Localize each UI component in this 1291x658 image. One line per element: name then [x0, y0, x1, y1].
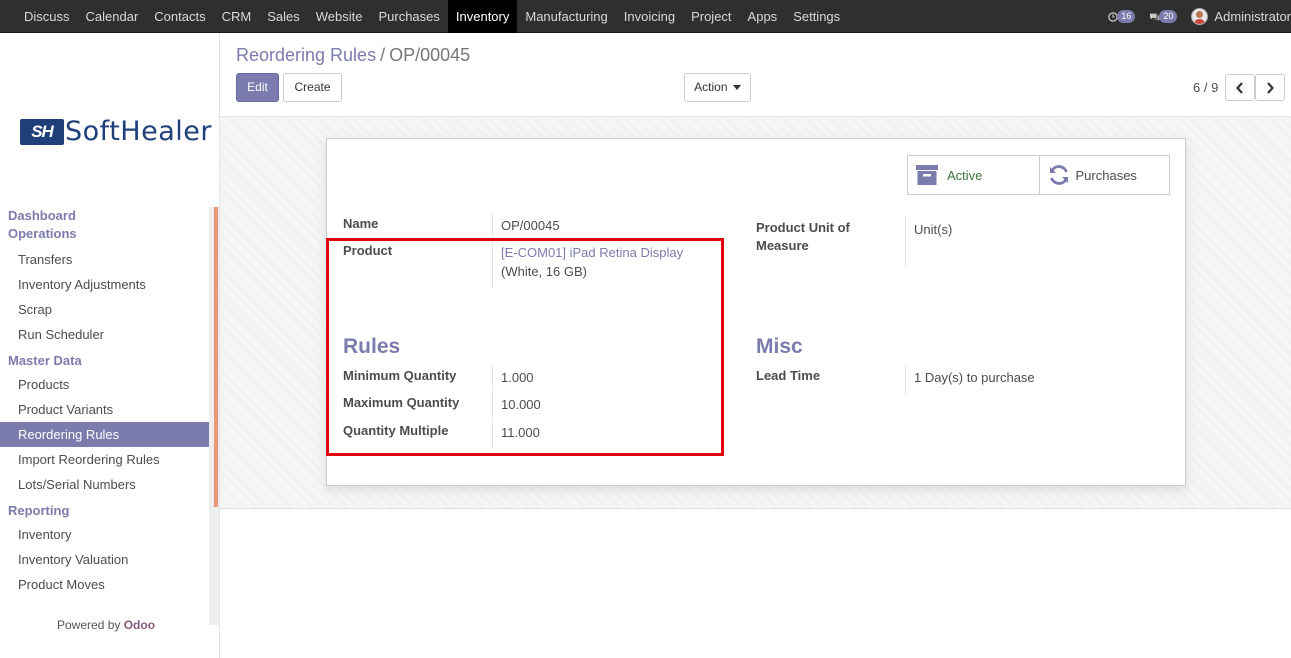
caret-down-icon: [732, 85, 741, 91]
breadcrumb-separator: /: [380, 45, 386, 65]
smart-buttons: Active Purchases: [907, 155, 1170, 195]
sidebar-item-run-scheduler[interactable]: Run Scheduler: [0, 322, 209, 347]
active-label: Active: [947, 167, 983, 183]
user-name[interactable]: Administrator: [1214, 9, 1291, 24]
active-toggle-button[interactable]: Active: [908, 156, 1039, 194]
breadcrumb: Reordering Rules / OP/00045: [236, 45, 470, 66]
sidebar-item-reordering-rules[interactable]: Reordering Rules: [0, 422, 209, 447]
purchases-label: Purchases: [1075, 167, 1137, 183]
menu-item-project[interactable]: Project: [683, 0, 739, 33]
archive-icon: [916, 165, 938, 185]
activity-count-badge: 16: [1117, 10, 1136, 23]
sidebar-item-lots-serial-numbers[interactable]: Lots/Serial Numbers: [0, 472, 209, 497]
app-menu: Discuss Calendar Contacts CRM Sales Website Pu…: [16, 0, 848, 33]
sidebar-header-reporting[interactable]: Reporting: [0, 502, 209, 520]
name-value: OP/00045: [501, 218, 560, 233]
edit-button[interactable]: Edit: [236, 73, 279, 102]
messaging-indicator[interactable]: 20: [1149, 10, 1178, 23]
activity-indicator[interactable]: 16: [1107, 10, 1136, 23]
top-navbar: Discuss Calendar Contacts CRM Sales Website Pu…: [0, 0, 1291, 33]
menu-item-discuss[interactable]: Discuss: [16, 0, 78, 33]
menu-item-crm[interactable]: CRM: [214, 0, 260, 33]
sidebar-header-operations[interactable]: Operations: [0, 225, 209, 243]
lead-time-label: Lead Time: [756, 368, 821, 383]
pager-previous-button[interactable]: [1225, 74, 1255, 101]
field-divider: [492, 213, 493, 239]
sidebar-item-transfers[interactable]: Transfers: [0, 247, 209, 272]
menu-item-calendar[interactable]: Calendar: [78, 0, 147, 33]
sidebar-item-product-moves[interactable]: Product Moves: [0, 572, 209, 597]
sidebar-item-product-variants[interactable]: Product Variants: [0, 397, 209, 422]
sidebar-header-dashboard[interactable]: Dashboard: [0, 207, 209, 225]
highlight-box: [326, 238, 724, 456]
uom-label-line1: Product Unit of: [756, 220, 850, 235]
name-label: Name: [343, 216, 379, 231]
sidebar-header-master-data[interactable]: Master Data: [0, 352, 209, 370]
breadcrumb-current: OP/00045: [389, 45, 471, 65]
create-button[interactable]: Create: [283, 73, 342, 102]
menu-item-purchases[interactable]: Purchases: [370, 0, 447, 33]
scrollbar-thumb[interactable]: [214, 207, 218, 507]
sidebar-item-inventory-valuation[interactable]: Inventory Valuation: [0, 547, 209, 572]
action-dropdown[interactable]: Action: [684, 73, 751, 102]
sidebar-menu: Dashboard Operations Transfers Inventory Ad…: [0, 207, 209, 597]
action-label: Action: [694, 80, 728, 94]
menu-item-invoicing[interactable]: Invoicing: [616, 0, 683, 33]
menu-item-manufacturing[interactable]: Manufacturing: [517, 0, 615, 33]
menu-item-settings[interactable]: Settings: [785, 0, 848, 33]
field-divider: [905, 365, 906, 395]
message-count-badge: 20: [1159, 10, 1178, 23]
sidebar-item-import-reordering-rules[interactable]: Import Reordering Rules: [0, 447, 209, 472]
pager-next-button[interactable]: [1255, 74, 1285, 101]
menu-item-inventory[interactable]: Inventory: [447, 0, 518, 33]
chevron-left-icon: [1236, 81, 1243, 94]
sidebar-scrollbar[interactable]: [209, 207, 219, 625]
sidebar-item-inventory[interactable]: Inventory: [0, 522, 209, 547]
logo-mark: SH: [20, 118, 64, 145]
menu-item-contacts[interactable]: Contacts: [146, 0, 213, 33]
menu-item-website[interactable]: Website: [308, 0, 371, 33]
purchases-route-button[interactable]: Purchases: [1038, 156, 1170, 194]
sidebar-item-scrap[interactable]: Scrap: [0, 297, 209, 322]
sidebar-item-inventory-adjustments[interactable]: Inventory Adjustments: [0, 272, 209, 297]
uom-value: Unit(s): [914, 222, 953, 237]
user-avatar[interactable]: [1191, 8, 1209, 25]
misc-group-title: Misc: [756, 335, 803, 358]
field-divider: [905, 215, 906, 267]
menu-item-sales[interactable]: Sales: [259, 0, 308, 33]
lead-time-value: 1 Day(s) to purchase: [914, 370, 1035, 385]
company-logo: SH SoftHealer: [20, 116, 212, 147]
systray: 16 20 Administrator: [1107, 0, 1291, 33]
uom-label-line2: Measure: [756, 238, 809, 253]
menu-item-apps[interactable]: Apps: [740, 0, 786, 33]
refresh-icon: [1049, 165, 1068, 185]
pager-value[interactable]: 6 / 9: [1193, 80, 1218, 95]
breadcrumb-reordering-rules[interactable]: Reordering Rules: [236, 45, 376, 65]
powered-by: Powered by Odoo: [57, 618, 155, 632]
powered-by-text: Powered by: [57, 618, 121, 632]
odoo-brand[interactable]: Odoo: [124, 618, 155, 632]
chevron-right-icon: [1267, 81, 1274, 94]
sidebar-item-products[interactable]: Products: [0, 372, 209, 397]
logo-text: SoftHealer: [65, 116, 212, 147]
